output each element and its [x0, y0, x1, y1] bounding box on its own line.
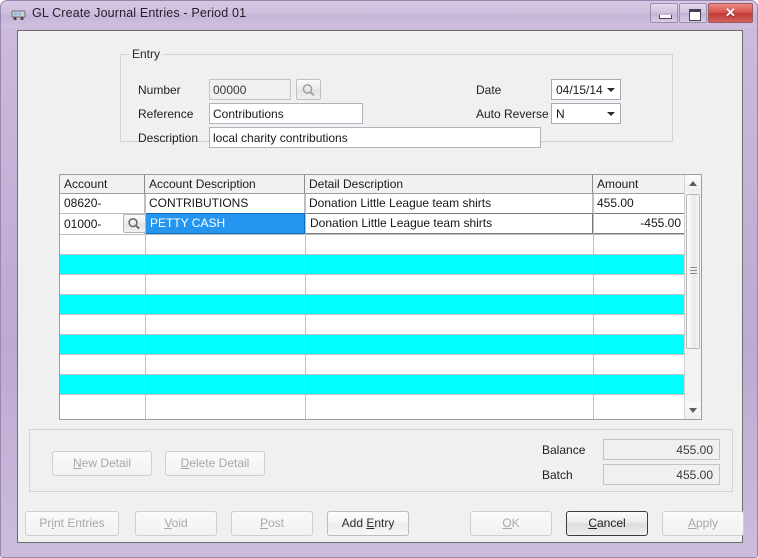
auto-reverse-combo[interactable]: N [551, 103, 621, 124]
grid-column-divider [593, 194, 594, 419]
cell-amount[interactable]: 455.00 [593, 194, 686, 213]
post-button[interactable]: Post [231, 511, 313, 536]
balance-value [603, 439, 720, 460]
application-window: GL Create Journal Entries - Period 01 ✕ … [0, 0, 758, 558]
cell-account-description[interactable]: PETTY CASH [145, 213, 305, 234]
description-label: Description [138, 131, 199, 145]
scroll-up-button[interactable] [685, 175, 701, 192]
app-window-icon [11, 8, 27, 22]
title-bar[interactable]: GL Create Journal Entries - Period 01 ✕ [1, 1, 757, 28]
magnifier-icon [128, 217, 140, 230]
column-header-detail-description[interactable]: Detail Description [305, 175, 593, 193]
balance-label: Balance [542, 443, 586, 457]
magnifier-icon [302, 84, 315, 96]
close-icon: ✕ [725, 5, 736, 20]
grid-vertical-scrollbar[interactable] [684, 175, 701, 419]
detail-actions-group: New Detail Delete Detail Balance Batch [29, 429, 733, 492]
ok-button[interactable]: OK [470, 511, 552, 536]
description-input[interactable] [209, 127, 541, 148]
print-entries-button[interactable]: Print Entries [25, 511, 119, 536]
scroll-down-icon [689, 408, 697, 413]
new-detail-button[interactable]: New Detail [52, 451, 152, 476]
cell-account-description[interactable]: CONTRIBUTIONS [145, 194, 305, 213]
scrollbar-thumb[interactable] [686, 194, 700, 349]
entry-group-box: Entry Number Reference Description Date … [120, 47, 673, 148]
void-button[interactable]: Void [135, 511, 217, 536]
minimize-icon [659, 15, 672, 19]
cell-detail-description[interactable]: Donation Little League team shirts [305, 194, 593, 213]
scroll-down-button[interactable] [685, 402, 701, 419]
account-lookup-button[interactable] [123, 214, 146, 233]
column-header-account[interactable]: Account [60, 175, 145, 193]
number-input[interactable] [209, 79, 291, 100]
grid-header-row: Account Account Description Detail Descr… [60, 175, 701, 194]
number-label: Number [138, 83, 181, 97]
minimize-button[interactable] [650, 3, 678, 23]
grid-column-divider [305, 194, 306, 419]
window-controls: ✕ [649, 3, 753, 24]
cell-amount[interactable]: -455.00 [593, 213, 686, 234]
date-value: 04/15/14 [556, 83, 603, 97]
cell-account[interactable]: 08620- [60, 194, 145, 213]
add-entry-button[interactable]: Add Entry [327, 511, 409, 536]
maximize-icon [689, 9, 701, 21]
cancel-button[interactable]: Cancel [566, 511, 648, 536]
chevron-down-icon [607, 88, 615, 92]
chevron-down-icon [607, 112, 615, 116]
dialog-client-area: Entry Number Reference Description Date … [17, 30, 744, 543]
scroll-up-icon [689, 181, 697, 186]
batch-label: Batch [542, 468, 573, 482]
number-lookup-button[interactable] [296, 79, 321, 100]
journal-detail-grid[interactable]: Account Account Description Detail Descr… [59, 174, 702, 420]
auto-reverse-label: Auto Reverse [476, 107, 549, 121]
cell-detail-description[interactable]: Donation Little League team shirts [305, 213, 593, 234]
date-label: Date [476, 83, 502, 97]
date-combo[interactable]: 04/15/14 [551, 79, 621, 100]
apply-button[interactable]: Apply [662, 511, 744, 536]
maximize-button[interactable] [679, 3, 707, 23]
column-header-amount[interactable]: Amount [593, 175, 686, 193]
column-header-account-description[interactable]: Account Description [145, 175, 305, 193]
batch-value [603, 464, 720, 485]
entry-group-label: Entry [129, 47, 164, 61]
delete-detail-button[interactable]: Delete Detail [165, 451, 265, 476]
reference-label: Reference [138, 107, 194, 121]
reference-input[interactable] [209, 103, 363, 124]
window-title: GL Create Journal Entries - Period 01 [32, 6, 247, 20]
close-button[interactable]: ✕ [708, 3, 753, 23]
scrollbar-grip-icon [690, 267, 697, 274]
auto-reverse-value: N [556, 107, 565, 121]
